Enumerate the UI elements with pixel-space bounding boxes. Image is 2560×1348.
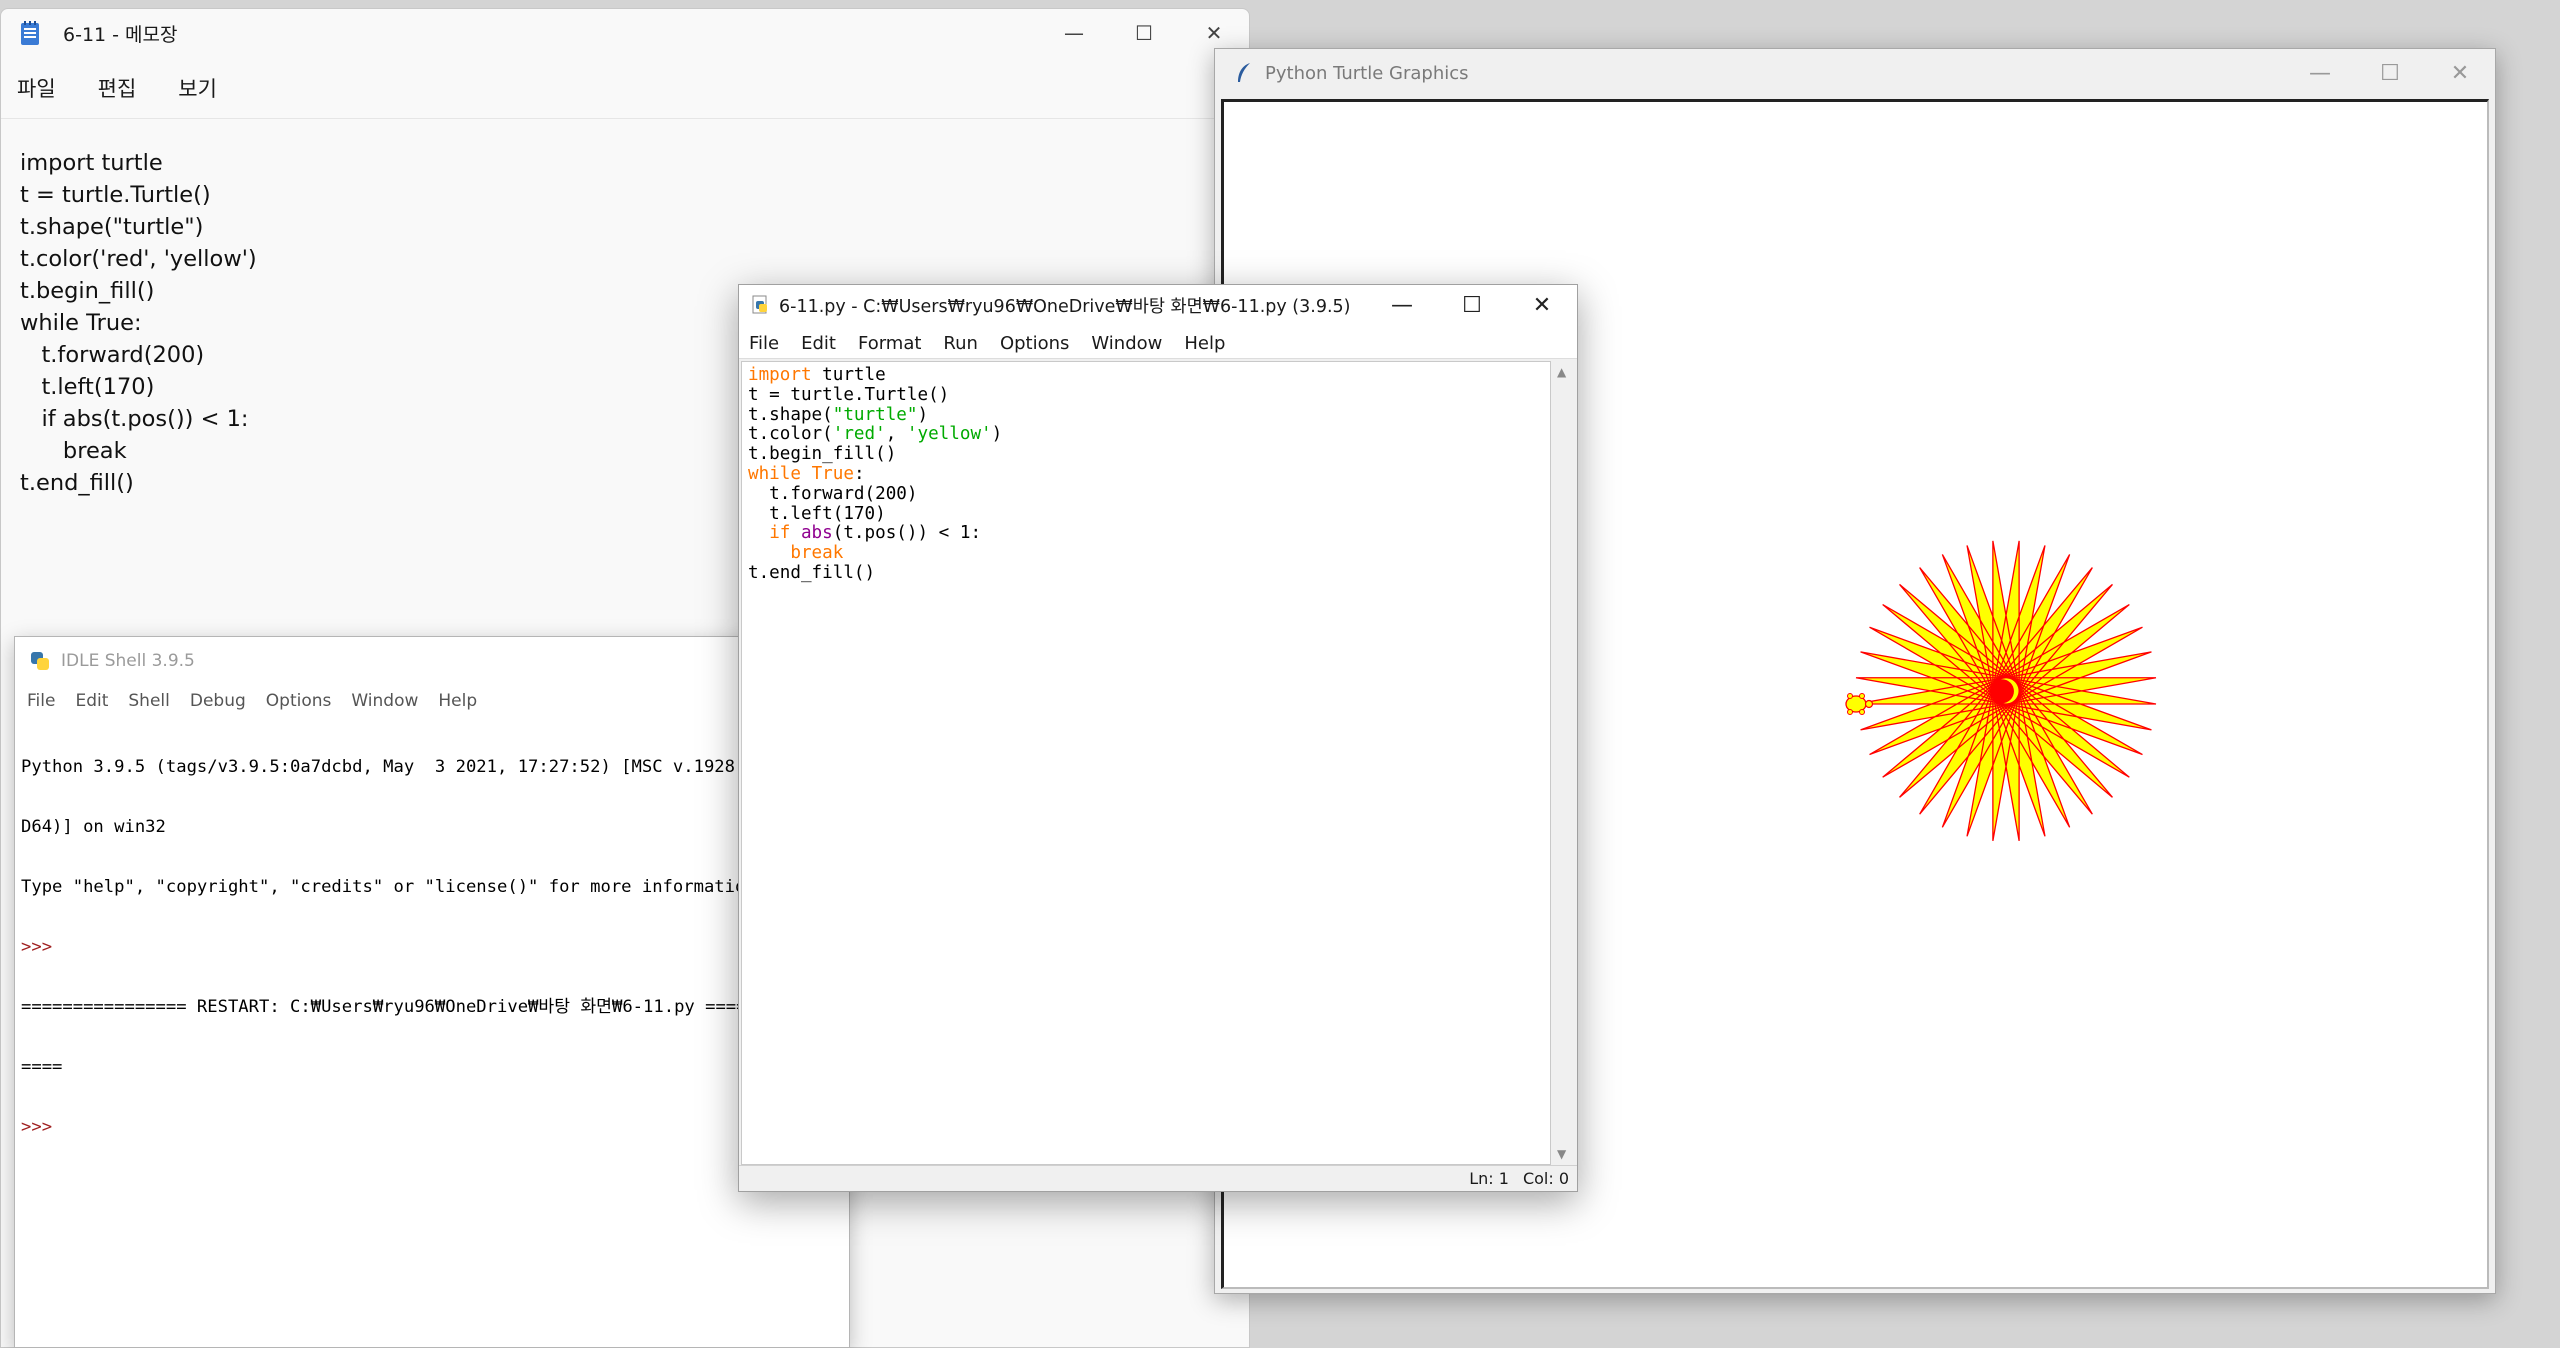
menu-file[interactable]: 파일 <box>17 73 56 103</box>
minimize-button[interactable]: — <box>1367 285 1437 325</box>
maximize-button[interactable]: ☐ <box>2355 49 2425 97</box>
close-button[interactable]: ✕ <box>1507 285 1577 325</box>
shell-line: Type "help", "copyright", "credits" or "… <box>21 877 767 897</box>
menu-run[interactable]: Run <box>943 333 978 354</box>
menu-options[interactable]: Options <box>1000 333 1069 354</box>
python-file-icon <box>752 295 767 314</box>
shell-restart-line: ================ RESTART: C:₩Users₩ryu96… <box>21 997 747 1017</box>
scroll-up-icon[interactable]: ▲ <box>1557 365 1566 379</box>
minimize-button[interactable]: — <box>1039 9 1109 57</box>
turtle-cursor-icon <box>1845 693 1874 715</box>
code-line: t.forward(200) <box>748 483 918 504</box>
menu-file[interactable]: File <box>749 333 779 354</box>
vertical-scrollbar[interactable]: ▲ ▼ <box>1551 361 1575 1165</box>
shell-line: D64)] on win32 <box>21 817 166 837</box>
editor-menubar: File Edit Format Run Options Window Help <box>739 325 1577 359</box>
menu-view[interactable]: 보기 <box>178 73 217 103</box>
shell-titlebar[interactable]: IDLE Shell 3.9.5 <box>15 637 849 685</box>
editor-caption-buttons: — ☐ ✕ <box>1367 285 1577 325</box>
code-editor[interactable]: import turtle t = turtle.Turtle() t.shape(… <box>741 361 1551 1165</box>
menu-edit[interactable]: Edit <box>801 333 836 354</box>
column-number: Col: 0 <box>1522 1169 1569 1188</box>
menu-file[interactable]: File <box>27 691 55 711</box>
shell-title: IDLE Shell 3.9.5 <box>61 651 195 671</box>
code-line: t.end_fill() <box>748 562 876 583</box>
turtle-caption-buttons: — ☐ ✕ <box>2285 49 2495 97</box>
idle-shell-window: IDLE Shell 3.9.5 — File Edit Shell Debug… <box>14 636 850 1348</box>
notepad-icon <box>21 21 39 45</box>
maximize-button[interactable]: ☐ <box>1109 9 1179 57</box>
shell-prompt: >>> <box>21 1117 63 1137</box>
code-line: break <box>790 543 844 564</box>
turtle-title: Python Turtle Graphics <box>1265 62 1469 84</box>
python-icon <box>31 652 49 670</box>
code-line: t = turtle.Turtle() <box>748 384 950 405</box>
code-line: t.color('red', 'yellow') <box>748 424 1003 445</box>
code-line: while True: <box>748 463 865 484</box>
shell-line: ==== <box>21 1057 63 1077</box>
shell-prompt: >>> <box>21 937 63 957</box>
close-button[interactable]: ✕ <box>2425 49 2495 97</box>
editor-statusbar: Ln: 1 Col: 0 <box>739 1165 1577 1191</box>
maximize-button[interactable]: ☐ <box>1437 285 1507 325</box>
notepad-menubar: 파일 편집 보기 <box>1 57 1249 119</box>
menu-window[interactable]: Window <box>1091 333 1162 354</box>
code-line: t.left(170) <box>748 503 886 524</box>
menu-edit[interactable]: 편집 <box>98 73 137 103</box>
menu-window[interactable]: Window <box>351 691 418 711</box>
menu-options[interactable]: Options <box>266 691 332 711</box>
star-center <box>1989 679 2014 704</box>
menu-edit[interactable]: Edit <box>75 691 108 711</box>
menu-help[interactable]: Help <box>438 691 477 711</box>
line-number: Ln: 1 <box>1469 1169 1509 1188</box>
idle-editor-window: 6-11.py - C:₩Users₩ryu96₩OneDrive₩바탕 화면₩… <box>738 284 1578 1192</box>
shell-line: Python 3.9.5 (tags/v3.9.5:0a7dcbd, May 3… <box>21 757 767 777</box>
feather-icon <box>1238 63 1250 82</box>
shell-menubar: File Edit Shell Debug Options Window Hel… <box>15 685 849 711</box>
menu-help[interactable]: Help <box>1184 333 1225 354</box>
shell-output[interactable]: Python 3.9.5 (tags/v3.9.5:0a7dcbd, May 3… <box>15 711 849 1177</box>
editor-title: 6-11.py - C:₩Users₩ryu96₩OneDrive₩바탕 화면₩… <box>779 296 1351 317</box>
code-line: t.begin_fill() <box>748 444 897 465</box>
scroll-down-icon[interactable]: ▼ <box>1557 1147 1566 1161</box>
menu-format[interactable]: Format <box>858 333 921 354</box>
menu-debug[interactable]: Debug <box>190 691 246 711</box>
code-line: import turtle <box>748 365 886 385</box>
menu-shell[interactable]: Shell <box>128 691 169 711</box>
notepad-title: 6-11 - 메모장 <box>63 23 178 46</box>
code-line: if abs(t.pos()) < 1: <box>769 523 982 544</box>
code-text[interactable]: import turtle t = turtle.Turtle() t.shape(… <box>742 362 1550 584</box>
code-line: t.shape("turtle") <box>748 404 929 425</box>
minimize-button[interactable]: — <box>2285 49 2355 97</box>
